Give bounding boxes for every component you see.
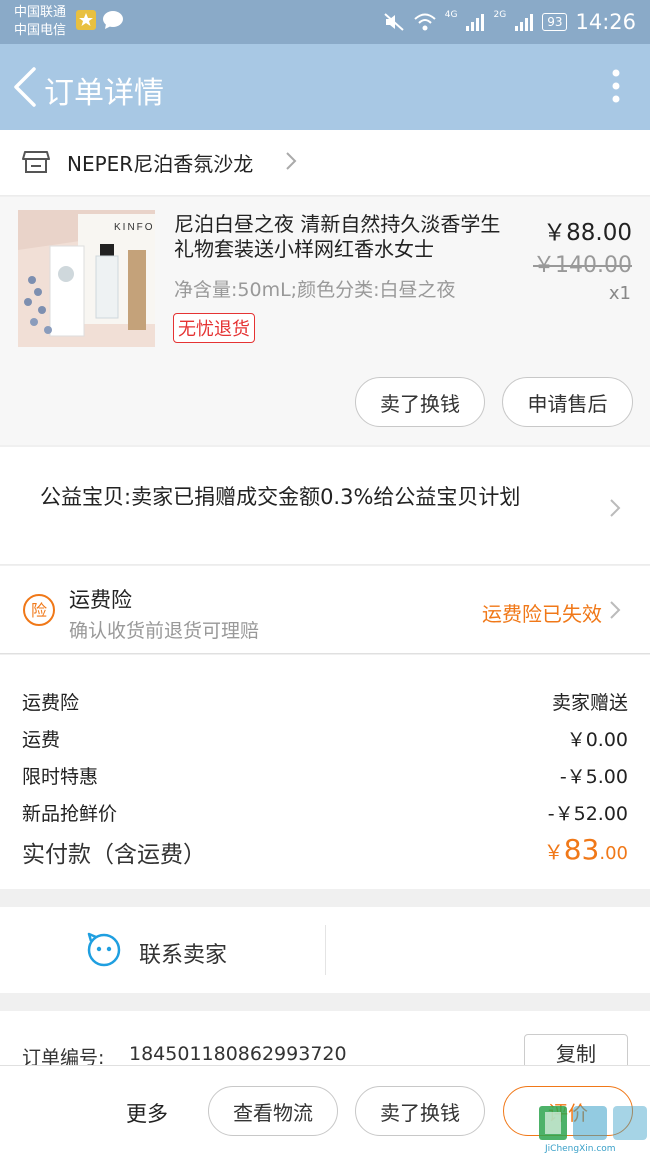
order-item[interactable]: KINFO 尼泊白昼之夜 清新自然持久淡香学生礼物套装送小样网红香水女士 净含量…: [0, 197, 650, 445]
sell-for-cash-button[interactable]: 卖了换钱: [355, 1086, 485, 1136]
product-title[interactable]: 尼泊白昼之夜 清新自然持久淡香学生礼物套装送小样网红香水女士: [174, 212, 519, 262]
more-button[interactable]: 更多: [126, 1098, 168, 1128]
product-price: ￥88.00: [543, 220, 632, 246]
shipping-insurance-row[interactable]: 险 运费险 确认收货前退货可理赔 运费险已失效: [0, 566, 650, 654]
message-notification-icon: [103, 11, 123, 29]
shop-row[interactable]: NEPER尼泊香氛沙龙: [0, 130, 650, 196]
chat-face-icon[interactable]: [86, 931, 122, 967]
store-icon: [22, 151, 50, 173]
product-spec: 净含量:50mL;颜色分类:白昼之夜: [174, 279, 456, 301]
fee-label: 限时特惠: [22, 766, 99, 788]
chevron-right-icon: [610, 601, 621, 619]
fee-summary: 运费险 卖家赠送 运费 ￥0.00 限时特惠 -￥5.00 新品抢鲜价 -￥52…: [0, 655, 650, 889]
total-currency: ￥: [543, 840, 564, 864]
total-label: 实付款（含运费）: [22, 842, 206, 868]
mute-icon: [384, 13, 404, 31]
insurance-subtitle: 确认收货前退货可理赔: [69, 620, 260, 642]
watermark-text: JiChengXin.com: [545, 1144, 616, 1154]
fee-value: 卖家赠送: [551, 692, 628, 714]
network-type-1: 4G: [444, 10, 458, 20]
status-bar: 中国联通 中国电信 4G 2G 93 14:26: [0, 0, 650, 44]
insurance-title: 运费险: [69, 588, 132, 612]
fee-row: 运费险 卖家赠送: [22, 688, 628, 718]
total-amount: ￥83.00: [544, 833, 628, 866]
insurance-icon: 险: [23, 594, 55, 626]
fee-label: 运费险: [22, 692, 80, 714]
shop-name[interactable]: NEPER尼泊香氛沙龙: [67, 148, 253, 177]
clock: 14:26: [575, 10, 636, 34]
page-title: 订单详情: [44, 76, 164, 111]
carrier-1: 中国联通: [14, 5, 67, 20]
track-shipment-button[interactable]: 查看物流: [208, 1086, 338, 1136]
sell-for-cash-button[interactable]: 卖了换钱: [355, 377, 485, 427]
signal-icon-2: [515, 14, 534, 31]
insurance-status: 运费险已失效: [482, 602, 602, 626]
app-notification-icon: [76, 10, 96, 30]
charity-row[interactable]: 公益宝贝:卖家已捐赠成交金额0.3%给公益宝贝计划: [0, 447, 650, 565]
fee-row: 限时特惠 -￥5.00: [22, 762, 628, 792]
nav-bar: 订单详情: [0, 44, 650, 130]
charity-text: 公益宝贝:卖家已捐赠成交金额0.3%给公益宝贝计划: [40, 485, 521, 509]
order-number-row: 订单编号: 184501180862993720 复制: [0, 1011, 650, 1070]
chevron-right-icon: [286, 152, 297, 170]
fee-label: 运费: [22, 729, 61, 751]
watermark-logo-icon: [539, 1106, 647, 1140]
original-price: ￥140.00: [533, 253, 632, 278]
fee-row: 新品抢鲜价 -￥52.00: [22, 799, 628, 829]
network-type-2: 2G: [493, 10, 507, 20]
request-after-sales-button[interactable]: 申请售后: [502, 377, 633, 427]
chevron-right-icon: [610, 499, 621, 517]
more-options-icon[interactable]: [612, 68, 620, 104]
divider: [325, 925, 326, 975]
wifi-icon: [414, 13, 436, 31]
fee-value: -￥52.00: [547, 803, 628, 825]
carrier-info: 中国联通 中国电信: [14, 4, 66, 40]
contact-seller-row: 联系卖家: [0, 907, 650, 993]
product-quantity: x1: [608, 283, 631, 304]
fee-label: 新品抢鲜价: [22, 803, 118, 825]
total-decimal: .00: [599, 843, 628, 864]
fee-value: -￥5.00: [559, 766, 628, 788]
return-badge: 无忧退货: [173, 313, 255, 343]
svg-text:险: 险: [31, 601, 47, 620]
site-watermark: JiChengXin.com: [537, 1100, 650, 1155]
total-integer: 83: [563, 833, 600, 866]
product-thumbnail[interactable]: KINFO: [18, 210, 155, 347]
battery-indicator: 93: [542, 13, 568, 31]
status-indicators: 4G 2G 93 14:26: [383, 0, 636, 44]
thumbnail-brand-text: KINFO: [114, 222, 155, 233]
contact-seller-button[interactable]: 联系卖家: [139, 937, 227, 969]
back-icon[interactable]: [12, 66, 38, 108]
fee-value: ￥0.00: [566, 729, 628, 751]
carrier-2: 中国电信: [14, 23, 67, 38]
fee-row: 运费 ￥0.00: [22, 725, 628, 755]
signal-icon-1: [466, 14, 485, 31]
order-number: 184501180862993720: [129, 1043, 347, 1065]
